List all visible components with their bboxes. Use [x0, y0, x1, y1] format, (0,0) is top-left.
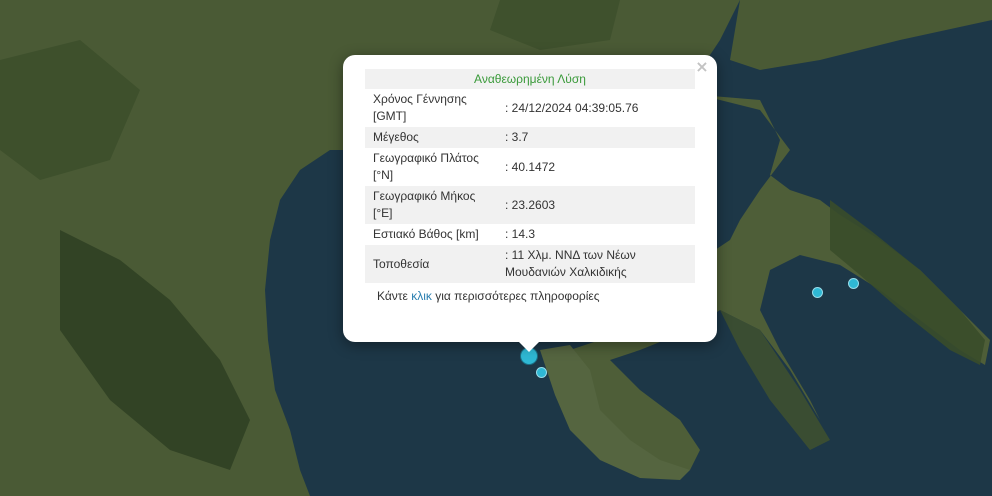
- more-info-suffix: για περισσότερες πληροφορίες: [431, 289, 600, 303]
- row-value: : 23.2603: [497, 186, 695, 224]
- row-label: Χρόνος Γέννησης [GMT]: [373, 92, 467, 123]
- row-label: Γεωγραφικό Πλάτος [°N]: [373, 151, 479, 182]
- earthquake-marker[interactable]: [848, 278, 859, 289]
- row-value: : 11 Χλμ. ΝΝΔ των Νέων Μουδανιών Χαλκιδι…: [497, 245, 695, 283]
- row-value: : 40.1472: [505, 159, 556, 174]
- row-label: Μέγεθος: [365, 127, 497, 148]
- earthquake-info-popup: × Αναθεωρημένη Λύση Χρόνος Γέννησης [GMT…: [343, 55, 717, 352]
- table-row: Γεωγραφικό Μήκος [°E] : 23.2603: [365, 186, 695, 224]
- more-info-text: Κάντε κλικ για περισσότερες πληροφορίες: [365, 283, 695, 303]
- table-row: Τοποθεσία : 11 Χλμ. ΝΝΔ των Νέων Μουδανι…: [365, 245, 695, 283]
- earthquake-marker[interactable]: [536, 367, 547, 378]
- map-view[interactable]: × Αναθεωρημένη Λύση Χρόνος Γέννησης [GMT…: [0, 0, 992, 496]
- row-label: Εστιακό Βάθος [km]: [373, 227, 479, 241]
- popup-title: Αναθεωρημένη Λύση: [365, 69, 695, 89]
- row-value: : 24/12/2024 04:39:05.76: [505, 100, 639, 115]
- table-row: Γεωγραφικό Πλάτος [°N] : 40.1472: [365, 148, 695, 186]
- row-value: : 3.7: [497, 127, 695, 148]
- row-label: Τοποθεσία: [365, 245, 497, 283]
- earthquake-marker[interactable]: [812, 287, 823, 298]
- close-icon[interactable]: ×: [693, 58, 711, 76]
- table-row: Εστιακό Βάθος [km] : 14.3: [365, 224, 695, 245]
- earthquake-details-table: Χρόνος Γέννησης [GMT] : 24/12/2024 04:39…: [365, 89, 695, 283]
- more-info-prefix: Κάντε: [377, 289, 412, 303]
- table-row: Χρόνος Γέννησης [GMT] : 24/12/2024 04:39…: [365, 89, 695, 127]
- popup-tip: [519, 342, 539, 352]
- more-info-link[interactable]: κλικ: [411, 289, 432, 303]
- row-label: Γεωγραφικό Μήκος [°E]: [365, 186, 497, 224]
- row-value: : 14.3: [505, 227, 536, 241]
- table-row: Μέγεθος : 3.7: [365, 127, 695, 148]
